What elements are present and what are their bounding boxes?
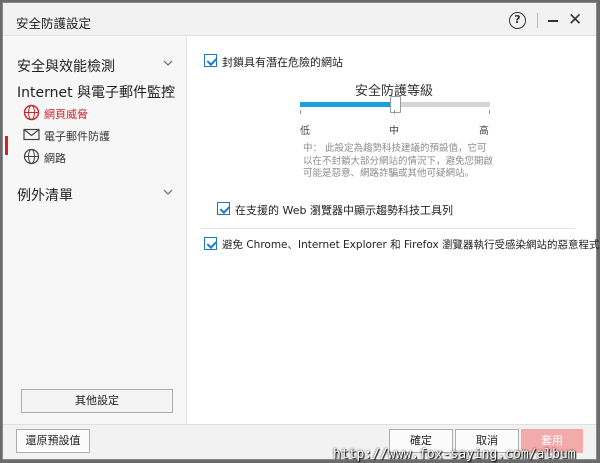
sidebar-item-label: 網頁威脅	[44, 108, 88, 121]
titlebar-separator	[537, 13, 538, 28]
active-indicator	[5, 136, 8, 155]
prevent-scripts-checkbox[interactable]	[204, 237, 217, 250]
slider-thumb[interactable]	[390, 96, 401, 113]
slider-fill	[300, 102, 395, 107]
block-sites-checkbox[interactable]	[204, 54, 217, 67]
web-threat-icon	[23, 104, 40, 121]
chevron-down-icon[interactable]	[163, 60, 173, 67]
nav-security-performance[interactable]: 安全與效能檢測	[17, 56, 115, 76]
level-mid-label: 中	[389, 126, 399, 137]
nav-internet-email[interactable]: Internet 與電子郵件監控	[17, 82, 175, 102]
other-settings-button[interactable]: 其他設定	[21, 389, 173, 413]
divider	[201, 228, 575, 229]
window-title: 安全防護設定	[16, 16, 92, 31]
network-icon	[23, 148, 40, 165]
level-high-label: 高	[479, 126, 489, 137]
slider-tick	[489, 110, 490, 114]
sidebar-item-label: 網路	[44, 152, 66, 165]
level-low-label: 低	[300, 126, 310, 137]
prevent-scripts-label: 避免 Chrome、Internet Explorer 和 Firefox 瀏覽…	[222, 239, 600, 251]
help-icon[interactable]: ?	[509, 12, 526, 29]
slider-tick	[394, 110, 395, 114]
close-icon[interactable]: ✕	[568, 11, 582, 29]
title-bar: 安全防護設定 ? ✕	[3, 3, 596, 36]
nav-exception-list[interactable]: 例外清單	[17, 185, 73, 205]
toolbar-checkbox[interactable]	[217, 202, 230, 215]
slider-tick	[300, 110, 301, 114]
block-sites-label: 封鎖具有潛在危險的網站	[222, 56, 343, 69]
mail-icon	[23, 128, 40, 141]
settings-window: 安全防護設定 ? ✕ 安全與效能檢測 Internet 與電子郵件監控 網頁威脅…	[2, 2, 600, 460]
chevron-down-icon[interactable]	[163, 189, 173, 196]
restore-defaults-button[interactable]: 還原預設值	[16, 429, 90, 453]
minimize-icon[interactable]	[548, 20, 558, 22]
sidebar-item-label: 電子郵件防護	[44, 130, 110, 143]
watermark: http://www.fox-saying.com/album	[333, 447, 576, 462]
toolbar-label: 在支援的 Web 瀏覽器中顯示趨勢科技工具列	[235, 204, 453, 217]
chevron-up-icon[interactable]	[163, 86, 173, 93]
sidebar: 安全與效能檢測 Internet 與電子郵件監控 網頁威脅 電子郵件防護 網路 …	[3, 37, 187, 424]
level-description: 中： 此設定為趨勢科技建議的預設值，它可以在不封鎖大部分網站的情況下，避免您開啟…	[303, 143, 494, 179]
